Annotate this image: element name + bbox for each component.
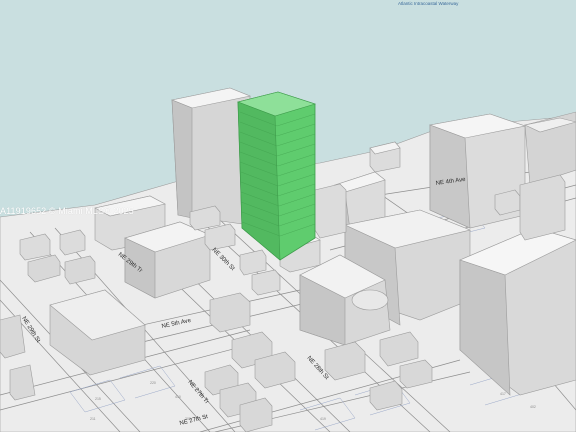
waterway-label: Atlantic Intracoastal Waterway [398,1,459,6]
lot-number: 417 [500,392,506,396]
lot-number: 410 [175,395,181,399]
lot-number: 215 [95,397,101,401]
lot-number: 402 [530,405,536,409]
3d-map-view[interactable]: 220 215 410 203 211 424 431 417 425 419 … [0,0,576,432]
lot-number: 419 [320,417,326,421]
lot-number: 220 [150,381,156,385]
lot-number: 211 [90,417,96,421]
highlighted-building[interactable] [236,91,317,261]
mls-watermark: A11919652 © Miami MLS® 2025 [0,206,134,216]
